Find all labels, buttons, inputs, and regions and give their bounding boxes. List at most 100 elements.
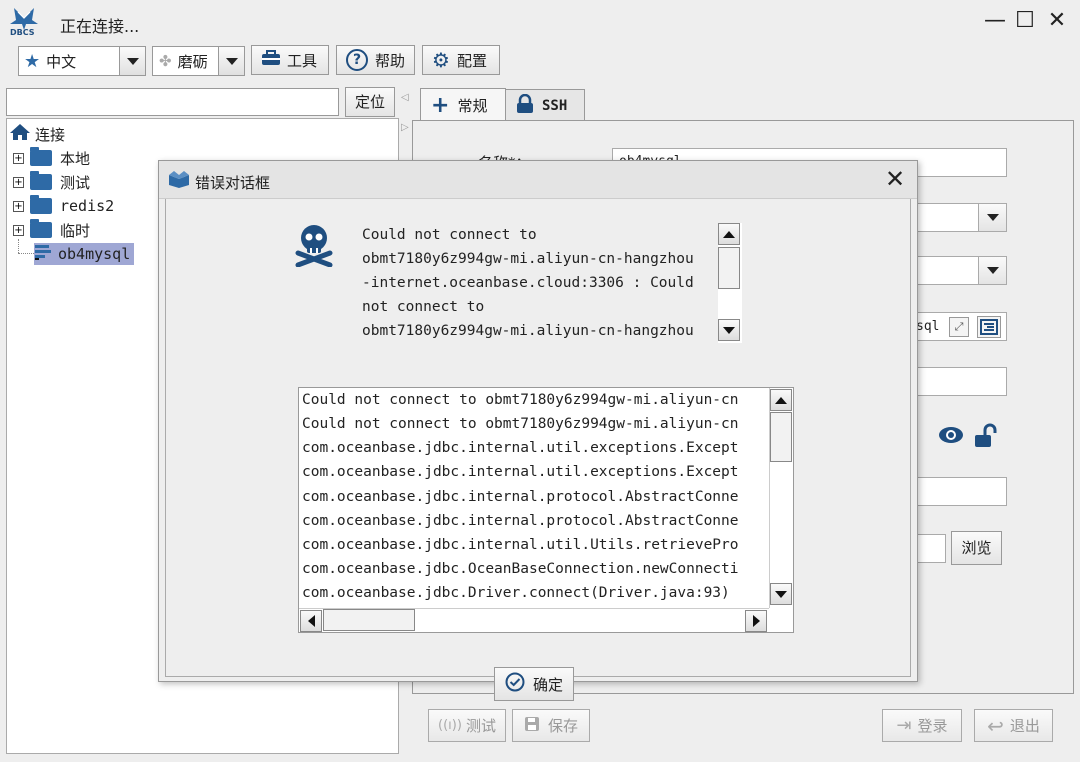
trace-line: com.oceanbase.jdbc.internal.util.excepti… [302,440,739,456]
scroll-down-icon[interactable] [718,319,740,341]
expand-icon[interactable]: + [13,176,24,188]
trace-line: com.oceanbase.jdbc.internal.protocol.Abs… [302,489,739,505]
expand-icon[interactable]: + [13,152,24,164]
error-message-line: obmt7180y6z994gw-mi.aliyun-cn-hangzhou [362,251,694,267]
help-button[interactable]: ? 帮助 [336,45,415,75]
exit-label: 退出 [1009,717,1040,735]
tree-root[interactable]: 连接 [9,123,65,145]
folder-icon [30,195,52,214]
scroll-up-icon[interactable] [770,389,792,411]
folder-icon [30,171,52,190]
search-input[interactable] [6,88,339,116]
login-button[interactable]: ⇥ 登录 [882,709,962,742]
browse-button[interactable]: 浏览 [951,531,1002,565]
tab-general-label: 常规 [457,97,488,115]
tree-item-label: 本地 [60,149,91,168]
ok-button[interactable]: 确定 [494,667,574,701]
help-label: 帮助 [375,51,406,70]
tree-guide-line [18,239,19,253]
scroll-thumb[interactable] [323,609,415,631]
ok-label: 确定 [532,675,563,694]
tab-ssh-label: SSH [542,97,568,114]
scroll-up-icon[interactable] [718,223,740,245]
open-box-icon [167,170,191,192]
help-icon: ? [346,49,368,71]
title-bar: DBCS 正在连接... — ☐ ✕ [0,0,1080,44]
scroll-thumb[interactable] [770,412,792,462]
chevron-down-icon[interactable] [218,47,244,75]
locate-button[interactable]: 定位 [345,87,395,117]
trace-line: com.oceanbase.jdbc.OceanBaseConnection.n… [302,561,739,577]
error-message-line: Could not connect to [362,227,537,243]
trace-horizontal-scrollbar[interactable] [299,608,769,632]
test-connection-button[interactable]: ((ı)) 测试 [428,709,506,742]
app-logo-icon: DBCS [8,4,40,38]
collapse-left-icon[interactable]: ◁ [401,92,409,103]
trace-line: Could not connect to obmt7180y6z994gw-mi… [302,392,739,408]
tree-item-test[interactable]: + 测试 [13,171,90,193]
sign-in-icon: ⇥ [896,715,912,736]
language-select[interactable]: ★ 中文 [18,46,146,76]
close-window-button[interactable]: ✕ [1042,8,1072,34]
unlock-icon[interactable] [973,423,999,453]
back-arrow-icon: ↩ [987,713,1004,738]
expand-icon[interactable]: + [13,224,24,236]
tree-root-label: 连接 [35,125,66,144]
chevron-down-icon[interactable] [119,47,145,75]
error-dialog: 错误对话框 ✕ Could not connect to obmt7180y6z… [158,160,918,701]
trace-vertical-scrollbar[interactable] [769,388,793,608]
theme-select[interactable]: ✤ 磨砺 [152,46,245,76]
home-icon [9,123,31,145]
skull-icon [294,223,334,271]
config-label: 配置 [456,51,487,70]
scroll-thumb[interactable] [718,247,740,289]
login-label: 登录 [917,717,948,735]
dialog-body: Could not connect to obmt7180y6z994gw-mi… [165,199,911,701]
tab-ssh[interactable]: SSH [505,89,585,121]
expand-icon[interactable]: ⤢ [949,317,969,337]
config-button[interactable]: ⚙ 配置 [422,45,500,75]
dialog-close-button[interactable]: ✕ [885,165,905,193]
error-message-line: obmt7180y6z994gw-mi.aliyun-cn-hangzhou [362,323,694,339]
scroll-down-icon[interactable] [770,583,792,605]
stack-trace-area[interactable]: Could not connect to obmt7180y6z994gw-mi… [298,387,794,633]
trace-line: com.oceanbase.jdbc.Driver.connect(Driver… [302,585,730,601]
tree-item-selected[interactable]: ob4mysql [34,243,135,265]
chevron-down-icon[interactable] [978,257,1006,284]
error-message-line: not connect to [362,299,485,315]
eye-icon[interactable] [938,424,964,450]
message-scrollbar[interactable] [718,223,742,343]
edit-list-icon[interactable] [977,316,1001,338]
url-fragment: sql [916,319,940,334]
logo-label: DBCS [10,28,35,37]
dialog-title-bar: 错误对话框 ✕ [159,161,917,199]
dialog-title: 错误对话框 [195,174,271,192]
trace-line: Could not connect to obmt7180y6z994gw-mi… [302,416,739,432]
exit-button[interactable]: ↩ 退出 [974,709,1053,742]
floppy-icon [524,716,540,736]
tools-button[interactable]: 工具 [251,45,329,75]
expand-icon[interactable]: + [13,200,24,212]
tab-general[interactable]: + 常规 [420,88,506,122]
maple-leaf-icon: ✤ [159,52,172,70]
chevron-down-icon[interactable] [978,204,1006,231]
database-icon [34,243,52,265]
tree-item-temp[interactable]: + 临时 [13,219,90,241]
window-title: 正在连接... [60,17,140,36]
tree-item-local[interactable]: + 本地 [13,147,90,169]
minimize-button[interactable]: — [980,8,1010,34]
tools-label: 工具 [287,51,318,70]
folder-icon [30,147,52,166]
maximize-button[interactable]: ☐ [1010,8,1040,34]
language-value: 中文 [46,52,77,71]
tree-item-label: 测试 [60,173,91,192]
expand-right-icon[interactable]: ▷ [401,122,409,133]
scroll-left-icon[interactable] [300,610,322,632]
trace-line: com.oceanbase.jdbc.internal.util.excepti… [302,464,739,480]
scroll-right-icon[interactable] [745,610,767,632]
tree-item-label: redis2 [60,197,115,215]
test-label: 测试 [465,717,496,735]
folder-icon [30,219,52,238]
save-button[interactable]: 保存 [512,709,590,742]
tree-item-redis2[interactable]: + redis2 [13,195,114,217]
